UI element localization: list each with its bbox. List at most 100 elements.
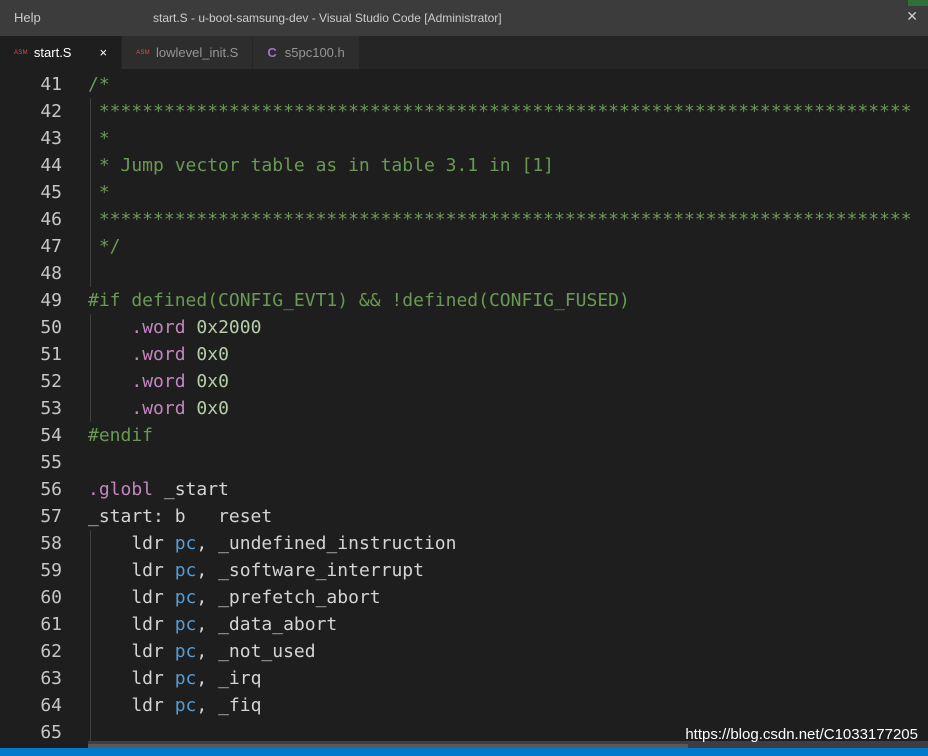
- line-number: 58: [40, 533, 62, 554]
- code-text: .word 0x2000: [88, 314, 261, 341]
- line-number: 53: [40, 398, 62, 419]
- code-text: *: [88, 125, 110, 152]
- tab-lowlevel-init-s[interactable]: ASM lowlevel_init.S: [122, 36, 254, 69]
- code-line[interactable]: 52 .word 0x0: [0, 368, 928, 395]
- code-text: */: [88, 233, 121, 260]
- line-number: 46: [40, 209, 62, 230]
- code-editor[interactable]: 41/* 42 *********************************…: [0, 71, 928, 746]
- asm-file-icon: ASM: [14, 49, 28, 56]
- code-token: , _fiq: [196, 695, 262, 716]
- code-token: .word: [131, 398, 186, 419]
- line-number: 42: [40, 101, 62, 122]
- code-text: ldr pc, _fiq: [88, 692, 261, 719]
- code-token: _start: [153, 479, 229, 500]
- code-line[interactable]: 61 ldr pc, _data_abort: [0, 611, 928, 638]
- line-number: 63: [40, 668, 62, 689]
- window-close-icon[interactable]: ✕: [906, 8, 918, 25]
- line-number: 65: [40, 722, 62, 743]
- code-line[interactable]: 58 ldr pc, _undefined_instruction: [0, 530, 928, 557]
- code-token: , _irq: [196, 668, 262, 689]
- indent-guide: [90, 260, 92, 287]
- code-token: , _software_interrupt: [196, 560, 424, 581]
- code-token: 0x0: [196, 398, 229, 419]
- code-token: * Jump vector table as in table 3.1 in […: [88, 155, 554, 176]
- tab-start-s[interactable]: ASM start.S ×: [0, 36, 123, 69]
- code-line[interactable]: 49 #if defined(CONFIG_EVT1) && !defined(C…: [0, 287, 928, 314]
- code-line[interactable]: 46 *************************************…: [0, 206, 928, 233]
- code-line[interactable]: 48: [0, 260, 928, 287]
- menu-help[interactable]: Help: [14, 10, 41, 25]
- tab-bar: ASM start.S × ASM lowlevel_init.S C s5pc…: [0, 36, 928, 69]
- code-text: /*: [88, 71, 110, 98]
- code-text: .word 0x0: [88, 368, 229, 395]
- code-text: ldr pc, _not_used: [88, 638, 315, 665]
- code-token: pc: [174, 560, 197, 581]
- line-number: 51: [40, 344, 62, 365]
- code-token: 0x2000: [196, 317, 262, 338]
- line-number: 52: [40, 371, 62, 392]
- code-line[interactable]: 54 #endif: [0, 422, 928, 449]
- code-line[interactable]: 41 /*: [0, 71, 928, 98]
- code-text: ****************************************…: [88, 206, 912, 233]
- code-token: ****************************************…: [88, 101, 912, 122]
- code-text: #endif: [88, 422, 153, 449]
- code-token: .word: [131, 317, 186, 338]
- code-line[interactable]: 59 ldr pc, _software_interrupt: [0, 557, 928, 584]
- code-token: , _data_abort: [196, 614, 338, 635]
- line-number: 61: [40, 614, 62, 635]
- code-line[interactable]: 43 *: [0, 125, 928, 152]
- line-number: 43: [40, 128, 62, 149]
- code-text: ldr pc, _software_interrupt: [88, 557, 424, 584]
- tab-label: s5pc100.h: [284, 45, 345, 60]
- code-token: ldr: [88, 587, 175, 608]
- code-token: pc: [174, 695, 197, 716]
- code-line[interactable]: 45 *: [0, 179, 928, 206]
- code-line[interactable]: 51 .word 0x0: [0, 341, 928, 368]
- code-token: pc: [174, 641, 197, 662]
- code-line[interactable]: 53 .word 0x0: [0, 395, 928, 422]
- code-text: ldr pc, _irq: [88, 665, 261, 692]
- close-tab-icon[interactable]: ×: [99, 45, 107, 60]
- code-line[interactable]: 50 .word 0x2000: [0, 314, 928, 341]
- code-line[interactable]: 47 */: [0, 233, 928, 260]
- code-line[interactable]: 63 ldr pc, _irq: [0, 665, 928, 692]
- tab-s5pc100-h[interactable]: C s5pc100.h: [253, 36, 360, 69]
- line-number: 44: [40, 155, 62, 176]
- line-number: 56: [40, 479, 62, 500]
- code-line[interactable]: 57 _start: b reset: [0, 503, 928, 530]
- code-token: ldr: [88, 695, 175, 716]
- code-token: .globl: [88, 479, 154, 500]
- code-token: .word: [131, 344, 186, 365]
- code-line[interactable]: 64 ldr pc, _fiq: [0, 692, 928, 719]
- code-line[interactable]: 42 *************************************…: [0, 98, 928, 125]
- code-token: */: [88, 236, 121, 257]
- line-number: 48: [40, 263, 62, 284]
- status-bar: [0, 748, 928, 756]
- tab-label: lowlevel_init.S: [155, 45, 239, 60]
- title-bar: Help start.S - u-boot-samsung-dev - Visu…: [0, 0, 928, 36]
- line-number: 60: [40, 587, 62, 608]
- code-line[interactable]: 60 ldr pc, _prefetch_abort: [0, 584, 928, 611]
- code-token: /*: [88, 74, 110, 95]
- line-number: 57: [40, 506, 62, 527]
- line-number: 54: [40, 425, 62, 446]
- code-line[interactable]: 55: [0, 449, 928, 476]
- code-text: ****************************************…: [88, 98, 912, 125]
- code-line[interactable]: 62 ldr pc, _not_used: [0, 638, 928, 665]
- code-text: .word 0x0: [88, 395, 229, 422]
- code-text: * Jump vector table as in table 3.1 in […: [88, 152, 554, 179]
- code-token: ldr: [88, 614, 175, 635]
- line-number: 50: [40, 317, 62, 338]
- code-line[interactable]: 44 * Jump vector table as in table 3.1 i…: [0, 152, 928, 179]
- code-token: 0x0: [196, 371, 229, 392]
- code-line[interactable]: 56 .globl _start: [0, 476, 928, 503]
- code-token: #endif: [88, 425, 154, 446]
- code-token: *: [88, 128, 110, 149]
- code-text: .word 0x0: [88, 341, 229, 368]
- code-text: ldr pc, _prefetch_abort: [88, 584, 380, 611]
